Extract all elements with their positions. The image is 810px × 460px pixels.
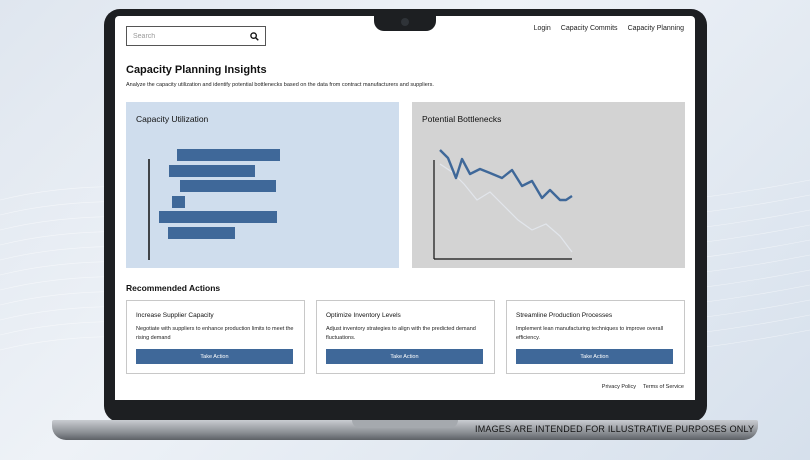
page-subtitle: Analyze the capacity utilization and ide…: [126, 82, 434, 88]
action-card-inventory-levels: Optimize Inventory Levels Adjust invento…: [316, 300, 495, 374]
action-card-production-processes: Streamline Production Processes Implemen…: [506, 300, 685, 374]
utilization-bar: [168, 227, 235, 239]
action-title: Increase Supplier Capacity: [136, 312, 214, 319]
action-title: Optimize Inventory Levels: [326, 312, 401, 319]
action-description: Adjust inventory strategies to align wit…: [326, 326, 476, 341]
potential-bottlenecks-card: Potential Bottlenecks: [412, 102, 685, 268]
potential-bottlenecks-chart: [433, 149, 573, 260]
search-box[interactable]: [126, 26, 266, 46]
utilization-bar: [180, 180, 276, 192]
utilization-bar: [169, 165, 255, 177]
footer-links: Privacy Policy Terms of Service: [602, 384, 684, 390]
search-icon[interactable]: [250, 31, 259, 41]
nav-login[interactable]: Login: [534, 25, 551, 32]
take-action-button[interactable]: Take Action: [326, 349, 483, 364]
page-title: Capacity Planning Insights: [126, 64, 267, 76]
disclaimer-text: IMAGES ARE INTENDED FOR ILLUSTRATIVE PUR…: [475, 424, 755, 434]
take-action-button[interactable]: Take Action: [136, 349, 293, 364]
laptop-screen: Login Capacity Commits Capacity Planning…: [115, 16, 695, 400]
camera-icon: [401, 18, 409, 26]
terms-of-service-link[interactable]: Terms of Service: [643, 384, 684, 390]
capacity-utilization-title: Capacity Utilization: [136, 114, 209, 124]
action-description: Implement lean manufacturing techniques …: [516, 326, 664, 341]
privacy-policy-link[interactable]: Privacy Policy: [602, 384, 636, 390]
utilization-bar: [177, 149, 280, 161]
potential-bottlenecks-title: Potential Bottlenecks: [422, 114, 502, 124]
capacity-utilization-chart: [148, 149, 280, 260]
take-action-button[interactable]: Take Action: [516, 349, 673, 364]
top-nav: Login Capacity Commits Capacity Planning: [534, 25, 684, 32]
bottleneck-trend-line: [439, 149, 573, 202]
nav-capacity-commits[interactable]: Capacity Commits: [561, 25, 618, 32]
utilization-bar: [159, 211, 277, 223]
utilization-bar: [172, 196, 185, 208]
laptop-base-groove: [352, 420, 458, 428]
secondary-trend-line: [439, 163, 573, 253]
action-description: Negotiate with suppliers to enhance prod…: [136, 326, 294, 341]
action-title: Streamline Production Processes: [516, 312, 613, 319]
action-card-supplier-capacity: Increase Supplier Capacity Negotiate wit…: [126, 300, 305, 374]
nav-capacity-planning[interactable]: Capacity Planning: [628, 25, 684, 32]
capacity-utilization-card: Capacity Utilization: [126, 102, 399, 268]
search-input[interactable]: [133, 32, 250, 40]
recommended-actions-title: Recommended Actions: [126, 283, 221, 293]
